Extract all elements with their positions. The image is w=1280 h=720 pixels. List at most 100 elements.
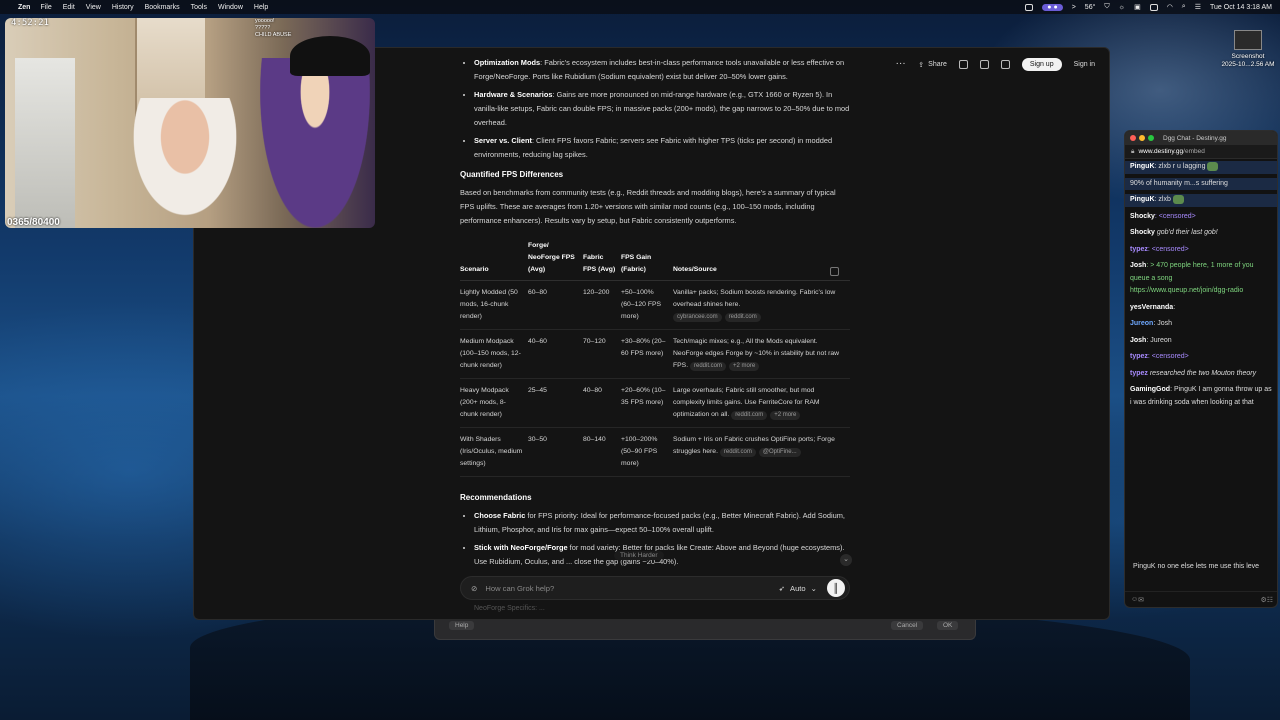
file-date: 2025-10...2.56 AM — [1221, 61, 1275, 68]
cell-scenario: Lightly Modded (50 mods, 16-chunk render… — [460, 280, 528, 330]
source-chip[interactable]: reddit.com — [724, 313, 761, 322]
menu-app-name[interactable]: Zen — [18, 4, 30, 11]
chat-user[interactable]: Josh — [1130, 337, 1146, 344]
menu-file[interactable]: File — [40, 4, 51, 11]
overlay-chat-line: yooooo! — [255, 18, 291, 25]
users-icon[interactable]: ☷ — [1267, 596, 1273, 604]
mode-label: Auto — [790, 583, 806, 593]
scroll-down-icon[interactable]: ⌄ — [840, 554, 852, 566]
bullet-title: Server vs. Client — [474, 136, 532, 145]
notes-text: Vanilla+ packs; Sodium boosts rendering.… — [673, 289, 836, 308]
close-icon[interactable] — [1130, 135, 1136, 141]
cell-gain: +30–80% (20–60 FPS more) — [621, 329, 673, 379]
menu-edit[interactable]: Edit — [63, 4, 75, 11]
chat-user[interactable]: Shocky — [1130, 229, 1155, 236]
sign-up-button[interactable]: Sign up — [1021, 58, 1062, 71]
chat-input[interactable]: PinguK no one else lets me use this leve — [1131, 559, 1271, 589]
cell-fabric: 120–200 — [583, 280, 621, 330]
stream-timer: 4:52:21 — [11, 18, 49, 28]
bullet-title: Hardware & Scenarios — [474, 90, 553, 99]
shield-icon[interactable]: ⛉ — [1104, 3, 1109, 11]
voice-mode-button[interactable]: ║ — [827, 579, 845, 597]
share-label: Share — [928, 61, 947, 68]
chat-user[interactable]: typez — [1130, 246, 1148, 253]
composer-placeholder[interactable]: How can Grok help? — [485, 584, 554, 593]
emote-icon — [1207, 161, 1219, 171]
lock-icon[interactable]: ▣ — [1134, 3, 1141, 11]
cell-forge: 40–60 — [528, 329, 583, 379]
chat-user[interactable]: Shocky — [1130, 213, 1155, 220]
maximize-icon[interactable] — [1148, 135, 1154, 141]
goal-counter: 0365/80400 — [7, 217, 60, 228]
menu-window[interactable]: Window — [218, 4, 243, 11]
menu-help[interactable]: Help — [254, 4, 268, 11]
background-dialog: Help Cancel OK — [434, 618, 976, 640]
copy-table-icon[interactable] — [830, 267, 839, 276]
chat-user[interactable]: typez — [1130, 353, 1148, 360]
search-icon[interactable]: ⌕ — [1182, 3, 1186, 11]
model-mode-select[interactable]: ➶ Auto ⌄ — [779, 584, 817, 593]
forward-icon[interactable]: > — [1072, 4, 1076, 11]
history-icon[interactable] — [979, 60, 989, 69]
sign-in-button[interactable]: Sign in — [1074, 61, 1095, 68]
chat-composer[interactable]: ⊘ How can Grok help? ➶ Auto ⌄ ║ — [460, 576, 850, 600]
table-row: With Shaders (Iris/Oculus, medium settin… — [460, 427, 850, 477]
cell-notes: Vanilla+ packs; Sodium boosts rendering.… — [673, 280, 850, 330]
more-options-icon[interactable]: ··· — [896, 61, 906, 68]
quant-paragraph: Based on benchmarks from community tests… — [460, 188, 836, 225]
settings-icon[interactable] — [1000, 60, 1010, 69]
file-thumbnail — [1234, 30, 1262, 50]
source-chip[interactable]: +2 more — [729, 362, 760, 371]
source-chip[interactable]: cybrancee.com — [673, 313, 722, 322]
chat-user[interactable]: yesVernanda — [1130, 304, 1173, 311]
desktop-screenshot-file[interactable]: Screenshot 2025-10...2.56 AM — [1218, 30, 1278, 69]
chat-user[interactable]: Josh — [1130, 262, 1146, 269]
chat-titlebar: Dgg Chat - Destiny.gg — [1125, 131, 1277, 145]
source-chip[interactable]: @OptiFine... — [758, 448, 801, 457]
dialog-help-button[interactable]: Help — [449, 621, 475, 630]
chat-user[interactable]: PinguK — [1130, 163, 1155, 170]
attach-icon[interactable]: ⊘ — [471, 584, 477, 593]
table-row: Medium Modpack (100–150 mods, 12-chunk r… — [460, 329, 850, 379]
overlay-chat-text: ????? — [255, 25, 271, 31]
url-path: /embed — [1183, 148, 1205, 155]
chat-user[interactable]: typez — [1130, 370, 1148, 377]
chat-user[interactable]: GamingGod — [1130, 386, 1170, 393]
chat-user[interactable]: Jureon — [1130, 320, 1153, 327]
source-chip[interactable]: reddit.com — [731, 411, 768, 420]
menu-history[interactable]: History — [112, 4, 134, 11]
think-harder-chip[interactable]: Think Harder — [614, 551, 664, 560]
col-notes: Notes/Source — [673, 238, 850, 281]
cell-gain: +50–100% (60–120 FPS more) — [621, 280, 673, 330]
edit-icon[interactable] — [958, 60, 968, 69]
emoji-icon[interactable]: ☺ — [1131, 596, 1138, 603]
source-chip[interactable]: reddit.com — [690, 362, 727, 371]
dialog-cancel-button[interactable]: Cancel — [891, 621, 924, 630]
menu-tools[interactable]: Tools — [191, 4, 207, 11]
wifi-icon[interactable]: ◠ — [1167, 3, 1173, 11]
source-chip[interactable]: reddit.com — [719, 448, 756, 457]
cell-notes: Sodium + Iris on Fabric crushes OptiFine… — [673, 427, 850, 477]
share-icon: ⇪ — [918, 61, 925, 69]
clock[interactable]: Tue Oct 14 3:18 AM — [1210, 4, 1272, 11]
control-center-icon[interactable]: ☰ — [1195, 3, 1201, 11]
chat-url-bar[interactable]: 🔒︎ www.destiny.gg /embed — [1125, 145, 1277, 159]
menu-bookmarks[interactable]: Bookmarks — [145, 4, 180, 11]
faded-text: NeoForge Specifics: ... — [474, 605, 545, 612]
battery-icon[interactable] — [1149, 3, 1158, 11]
whisper-icon[interactable]: ✉ — [1138, 596, 1144, 604]
webcam-chat-overlay: yooooo! ????? CHILD ABUSE — [255, 18, 291, 39]
share-button[interactable]: ⇪ Share — [918, 61, 947, 69]
weather-temp[interactable]: 56° — [1085, 4, 1096, 11]
menu-view[interactable]: View — [86, 4, 101, 11]
chat-user[interactable]: PinguK — [1130, 196, 1155, 203]
dialog-ok-button[interactable]: OK — [937, 621, 959, 630]
cell-fabric: 70–120 — [583, 329, 621, 379]
overlay-chat-line: CHILD ABUSE — [255, 32, 291, 39]
screen-record-icon[interactable]: ● ● — [1042, 3, 1063, 11]
minimize-icon[interactable] — [1139, 135, 1145, 141]
source-chip[interactable]: +2 more — [770, 411, 801, 420]
brightness-icon[interactable]: ☼ — [1119, 4, 1125, 11]
status-icon[interactable] — [1025, 3, 1034, 11]
webcam-person-right — [260, 58, 370, 228]
